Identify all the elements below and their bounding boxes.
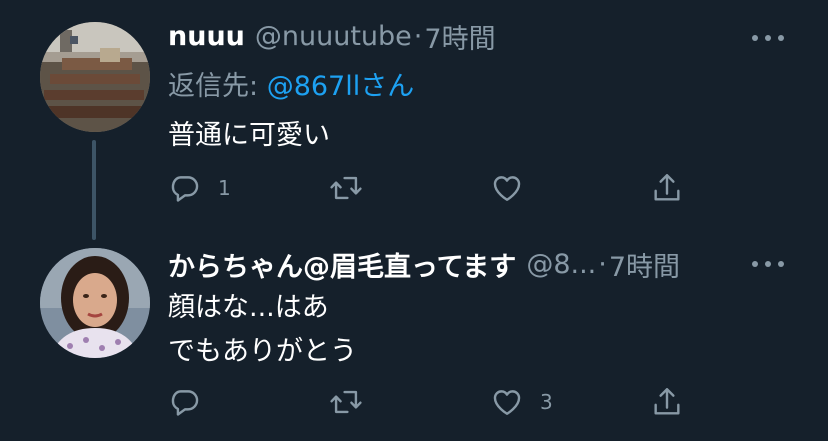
more-icon[interactable] xyxy=(752,259,784,269)
heart-icon xyxy=(493,176,521,201)
retweet-icon xyxy=(330,176,362,200)
tweet-header: からちゃん@眉毛直ってます @8... · 7時間 xyxy=(168,245,680,284)
share-icon xyxy=(654,388,680,415)
tweet-actions: 1 xyxy=(168,168,728,208)
tweet-text: 普通に可愛い xyxy=(168,116,330,156)
user-handle[interactable]: @nuuutube xyxy=(255,21,412,52)
like-count: 3 xyxy=(540,390,553,414)
timestamp[interactable]: 7時間 xyxy=(609,245,680,284)
thread-line xyxy=(92,140,96,240)
reply-icon xyxy=(171,390,199,416)
user-handle[interactable]: @8... xyxy=(526,249,596,280)
share-icon xyxy=(654,174,680,201)
reply-to-label: 返信先: xyxy=(168,71,259,102)
tweet[interactable]: nuuu @nuuutube · 7時間 返信先: @867llさん 普通に可愛… xyxy=(0,0,828,240)
classroom-photo-avatar xyxy=(40,22,150,132)
tweet-text-line: でもありがとう xyxy=(168,336,357,367)
retweet-icon xyxy=(330,390,362,414)
reply-button[interactable] xyxy=(168,382,218,422)
tweet[interactable]: からちゃん@眉毛直ってます @8... · 7時間 顔はな...はあ でもありが… xyxy=(0,230,828,441)
heart-icon xyxy=(493,390,521,415)
retweet-button[interactable] xyxy=(328,382,380,422)
separator-dot: · xyxy=(413,20,423,52)
tweet-text: 顔はな...はあ でもありがとう xyxy=(168,288,357,372)
display-name[interactable]: nuuu xyxy=(168,21,245,52)
reply-icon xyxy=(171,176,199,202)
tweet-text-line: 普通に可愛い xyxy=(168,120,330,151)
reply-to-line: 返信先: @867llさん xyxy=(168,64,414,103)
reply-button[interactable]: 1 xyxy=(168,168,231,208)
share-button[interactable] xyxy=(650,382,684,422)
reply-to-mention[interactable]: @867llさん xyxy=(267,71,415,102)
like-button[interactable]: 3 xyxy=(490,382,553,422)
timestamp[interactable]: 7時間 xyxy=(424,17,495,56)
avatar[interactable] xyxy=(40,248,150,358)
person-photo-avatar xyxy=(40,248,150,358)
like-button[interactable] xyxy=(490,168,540,208)
tweet-header: nuuu @nuuutube · 7時間 xyxy=(168,17,496,56)
more-icon[interactable] xyxy=(752,33,784,43)
tweet-actions: 3 xyxy=(168,382,728,422)
reply-count: 1 xyxy=(218,176,231,200)
avatar[interactable] xyxy=(40,22,150,132)
share-button[interactable] xyxy=(650,168,684,208)
display-name[interactable]: からちゃん@眉毛直ってます xyxy=(168,245,516,284)
retweet-button[interactable] xyxy=(328,168,380,208)
tweet-text-line: 顔はな...はあ xyxy=(168,292,329,323)
separator-dot: · xyxy=(598,248,607,280)
